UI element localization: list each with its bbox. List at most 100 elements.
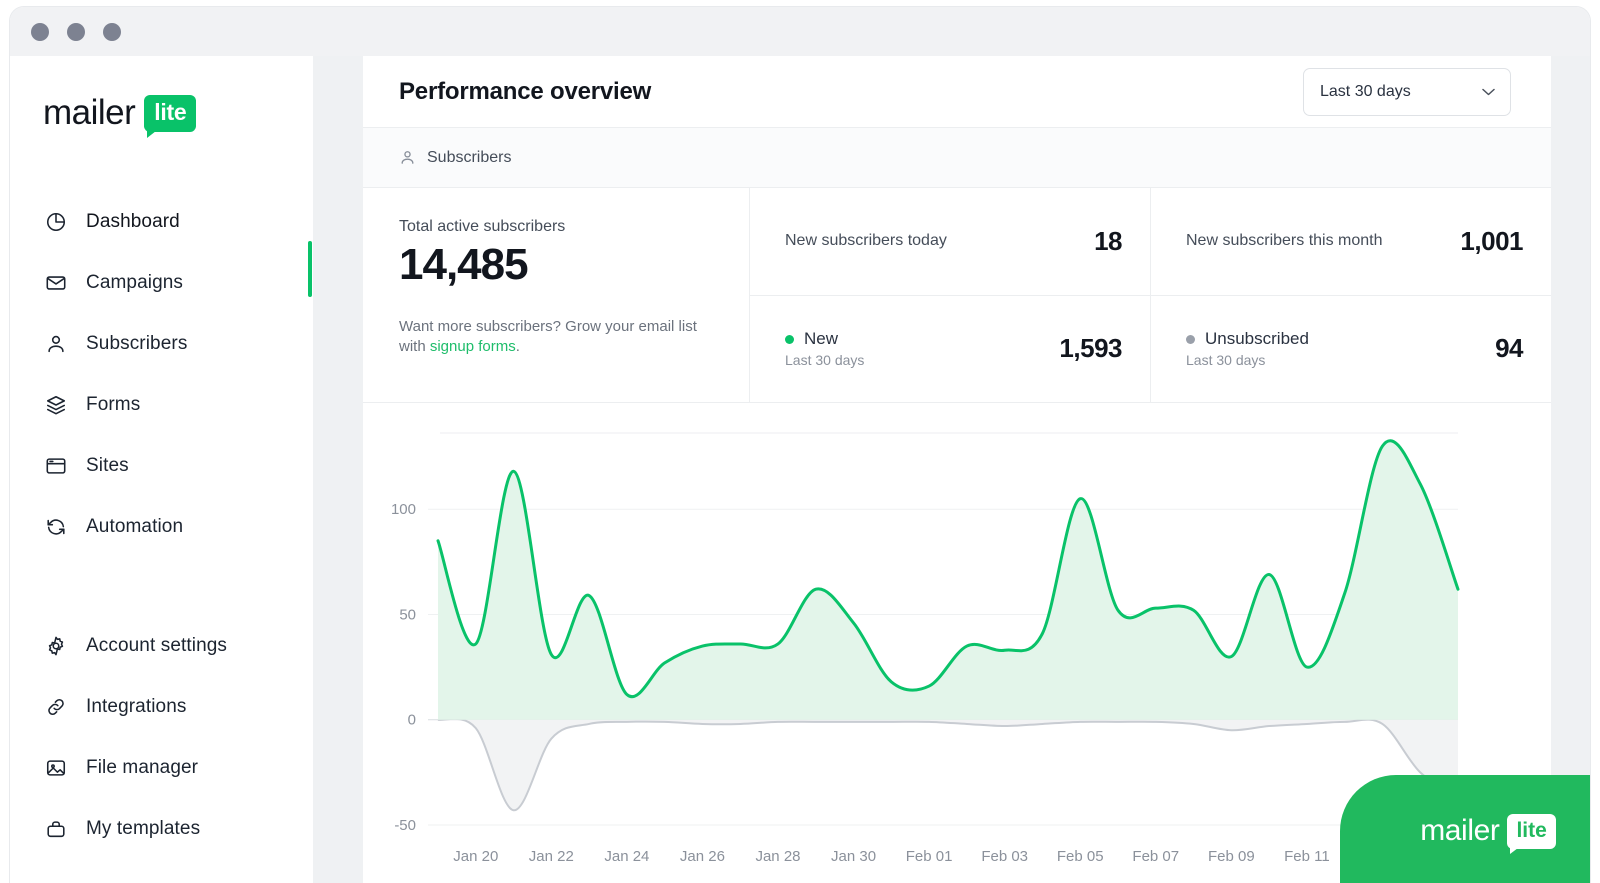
date-range-select[interactable]: Last 30 days [1303,68,1511,116]
stat-caption: New subscribers today [785,232,947,250]
sidebar-item-label: Dashboard [86,211,180,233]
legend-block-new: New Last 30 days [785,329,864,368]
svg-text:0: 0 [408,712,416,729]
badge-lite-chip: lite [1507,814,1555,849]
sidebar: mailer lite Dashboard [10,56,313,883]
legend-subtitle: Last 30 days [1186,352,1309,368]
signup-forms-link[interactable]: signup forms [430,338,516,355]
chevron-down-icon [1482,88,1495,96]
sidebar-item-label: Automation [86,516,183,538]
sidebar-item-subscribers[interactable]: Subscribers [10,313,313,374]
svg-text:Feb 03: Feb 03 [981,848,1028,865]
stat-card-unsubscribed-legend: Unsubscribed Last 30 days 94 [1151,296,1551,403]
sidebar-nav-secondary: Account settings Integrations [10,615,313,859]
sidebar-item-campaigns[interactable]: Campaigns [10,252,313,313]
window-titlebar [10,7,1590,56]
envelope-icon [45,272,67,294]
sidebar-nav-primary: Dashboard Campaigns [10,191,313,557]
person-icon [45,333,67,355]
svg-text:Feb 01: Feb 01 [906,848,953,865]
close-dot[interactable] [31,23,49,41]
unsubscribed-30d-value: 94 [1495,333,1523,364]
stat-card-new-subscribers-today: New subscribers today 18 [750,188,1150,296]
sidebar-item-label: Campaigns [86,272,183,294]
browser-icon [45,455,67,477]
sidebar-item-my-templates[interactable]: My templates [10,798,313,859]
gear-icon [45,635,67,657]
content-sheet: Performance overview Last 30 days [363,56,1551,883]
sidebar-item-dashboard[interactable]: Dashboard [10,191,313,252]
sidebar-item-sites[interactable]: Sites [10,435,313,496]
link-icon [45,696,67,718]
new-subscribers-this-month-value: 1,001 [1460,226,1523,257]
app-window: mailer lite Dashboard [10,7,1590,883]
image-icon [45,757,67,779]
stat-caption: Total active subscribers [399,218,713,236]
logo-wordmark: mailer [43,93,135,133]
layers-icon [45,394,67,416]
stat-column-unsubscribed: New subscribers this month 1,001 Unsubsc… [1150,188,1551,402]
stats-row: Total active subscribers 14,485 Want mor… [363,188,1551,403]
tab-subscribers[interactable]: Subscribers [427,149,511,167]
person-icon [399,149,416,166]
legend-title: Unsubscribed [1205,329,1309,349]
svg-text:Feb 07: Feb 07 [1132,848,1179,865]
legend-subtitle: Last 30 days [785,352,864,368]
legend-title: New [804,329,838,349]
svg-text:Jan 30: Jan 30 [831,848,876,865]
sidebar-item-label: Subscribers [86,333,187,355]
mailerlite-watermark-badge[interactable]: mailer lite [1340,775,1590,883]
sidebar-item-automation[interactable]: Automation [10,496,313,557]
sidebar-item-label: Account settings [86,635,227,657]
legend-label-new: New [785,329,864,349]
sidebar-item-account-settings[interactable]: Account settings [10,615,313,676]
svg-text:50: 50 [399,606,416,623]
svg-text:Feb 09: Feb 09 [1208,848,1255,865]
sidebar-item-label: Forms [86,394,140,416]
sidebar-item-label: Integrations [86,696,187,718]
svg-text:Jan 20: Jan 20 [453,848,498,865]
legend-dot-unsubscribed-icon [1186,335,1195,344]
sidebar-item-label: Sites [86,455,129,477]
svg-text:Jan 22: Jan 22 [529,848,574,865]
date-range-value: Last 30 days [1320,83,1411,101]
sidebar-item-integrations[interactable]: Integrations [10,676,313,737]
main-content: Performance overview Last 30 days [313,56,1590,883]
stat-card-new-legend: New Last 30 days 1,593 [750,296,1150,403]
badge-wordmark: mailer [1420,814,1499,848]
logo-lite-chip: lite [144,95,196,132]
minimize-dot[interactable] [67,23,85,41]
maximize-dot[interactable] [103,23,121,41]
page-header: Performance overview Last 30 days [363,56,1551,128]
stat-card-new-subscribers-this-month: New subscribers this month 1,001 [1151,188,1551,296]
pie-chart-icon [45,211,67,233]
refresh-icon [45,516,67,538]
tab-bar: Subscribers [363,128,1551,188]
mailerlite-logo[interactable]: mailer lite [10,93,313,133]
window-body: mailer lite Dashboard [10,56,1590,883]
sidebar-item-label: My templates [86,818,200,840]
active-nav-indicator [308,241,312,297]
svg-text:100: 100 [391,501,416,518]
new-subscribers-today-value: 18 [1094,226,1122,257]
legend-label-unsubscribed: Unsubscribed [1186,329,1309,349]
svg-text:Jan 24: Jan 24 [604,848,649,865]
briefcase-icon [45,818,67,840]
page-title: Performance overview [399,78,651,106]
legend-block-unsubscribed: Unsubscribed Last 30 days [1186,329,1309,368]
stat-column-new: New subscribers today 18 New Last 30 day… [750,188,1150,402]
svg-text:Feb 11: Feb 11 [1284,848,1330,865]
total-active-subscribers-value: 14,485 [399,242,713,288]
stat-caption: New subscribers this month [1186,232,1383,250]
sidebar-item-file-manager[interactable]: File manager [10,737,313,798]
signup-forms-promo: Want more subscribers? Grow your email l… [399,317,713,358]
svg-text:Jan 26: Jan 26 [680,848,725,865]
new-subscribers-30d-value: 1,593 [1059,333,1122,364]
svg-text:-50: -50 [394,817,416,834]
sidebar-item-label: File manager [86,757,198,779]
sidebar-item-forms[interactable]: Forms [10,374,313,435]
svg-text:Jan 28: Jan 28 [755,848,800,865]
svg-text:Feb 05: Feb 05 [1057,848,1104,865]
legend-dot-new-icon [785,335,794,344]
promo-suffix: . [516,338,520,355]
